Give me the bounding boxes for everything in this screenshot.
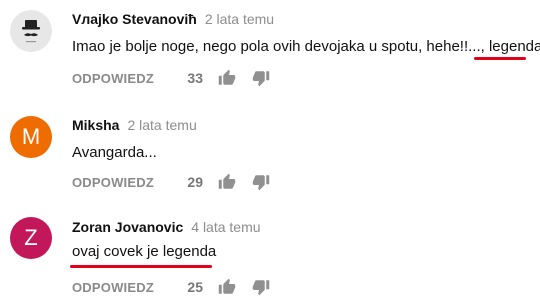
comment-author[interactable]: Miksha 2 lata temu <box>72 117 197 133</box>
highlight-underline <box>474 57 526 60</box>
comment-author[interactable]: Zoran Jovanovic 4 lata temu <box>72 219 261 235</box>
like-count: 33 <box>187 70 203 86</box>
comment-text: ovaj covek je legenda <box>72 243 217 260</box>
comment-actions: ODPOWIEDZ 25 <box>72 275 270 299</box>
thumbs-down-icon[interactable] <box>252 69 270 87</box>
like-count: 29 <box>187 174 203 190</box>
thumbs-down-icon[interactable] <box>252 278 270 296</box>
reply-button[interactable]: ODPOWIEDZ <box>72 280 154 295</box>
thumbs-up-icon[interactable] <box>218 278 236 296</box>
comment-actions: ODPOWIEDZ 33 <box>72 66 270 90</box>
reply-button[interactable]: ODPOWIEDZ <box>72 175 154 190</box>
avatar-letter: M <box>21 124 41 149</box>
comment-text: Imao je bolje noge, nego pola ovih devoj… <box>72 38 540 55</box>
avatar[interactable]: Z <box>10 217 52 259</box>
thumbs-down-icon[interactable] <box>252 173 270 191</box>
comment-time[interactable]: 4 lata temu <box>191 219 260 235</box>
highlight-underline <box>70 265 212 268</box>
author-name[interactable]: Vлajko Stevanoviħ <box>72 11 197 27</box>
reply-button[interactable]: ODPOWIEDZ <box>72 71 154 86</box>
comment-author[interactable]: Vлajko Stevanoviħ 2 lata temu <box>72 11 274 27</box>
author-name[interactable]: Zoran Jovanovic <box>72 219 183 235</box>
like-count: 25 <box>187 279 203 295</box>
avatar-letter: Z <box>24 225 38 250</box>
comment-actions: ODPOWIEDZ 29 <box>72 170 270 194</box>
avatar[interactable]: M <box>10 116 52 158</box>
thumbs-up-icon[interactable] <box>218 173 236 191</box>
comment-text: Avangarda... <box>72 144 157 161</box>
comment-time[interactable]: 2 lata temu <box>205 11 274 27</box>
hat-and-mustache-icon <box>14 14 48 48</box>
author-name[interactable]: Miksha <box>72 117 119 133</box>
avatar[interactable] <box>10 10 52 52</box>
comment-time[interactable]: 2 lata temu <box>127 117 196 133</box>
thumbs-up-icon[interactable] <box>218 69 236 87</box>
